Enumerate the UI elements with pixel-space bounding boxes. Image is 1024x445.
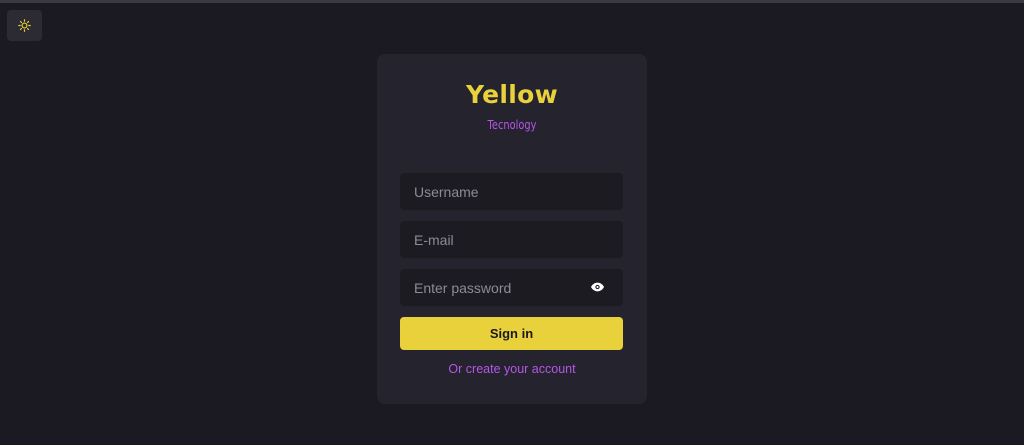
create-account-link[interactable]: Or create your account bbox=[377, 362, 647, 376]
email-input[interactable] bbox=[414, 221, 623, 258]
password-input[interactable] bbox=[414, 269, 585, 306]
email-field-wrapper bbox=[400, 221, 623, 258]
window-top-border bbox=[0, 0, 1024, 3]
brand-subtitle: Tecnology bbox=[487, 118, 537, 132]
signin-button[interactable]: Sign in bbox=[400, 317, 623, 350]
password-field-wrapper bbox=[400, 269, 623, 306]
sun-icon bbox=[18, 19, 31, 32]
brand-title: Yellow bbox=[466, 80, 558, 109]
username-field-wrapper bbox=[400, 173, 623, 210]
login-card: Yellow Tecnology Sign in Or create your … bbox=[377, 54, 647, 404]
eye-icon[interactable] bbox=[589, 279, 605, 295]
theme-toggle-button[interactable] bbox=[7, 10, 42, 41]
username-input[interactable] bbox=[414, 173, 623, 210]
